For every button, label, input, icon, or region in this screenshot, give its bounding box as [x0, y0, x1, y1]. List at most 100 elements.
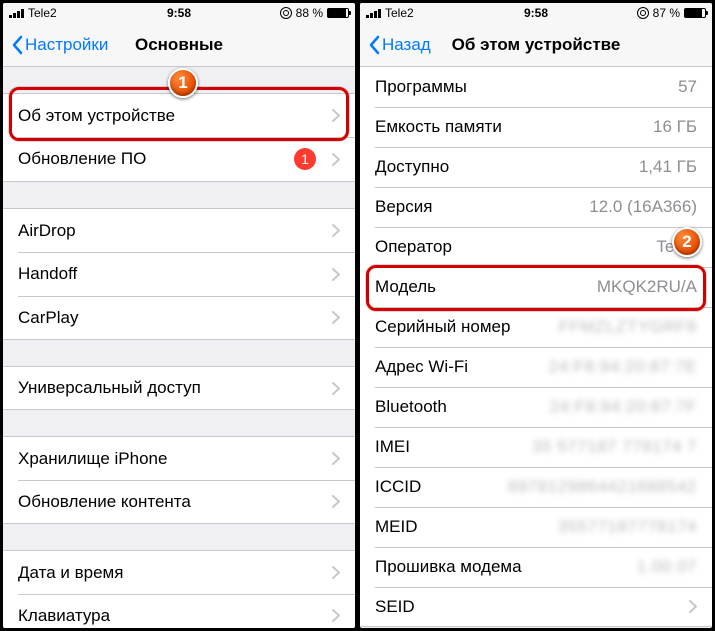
- chevron-left-icon: [368, 35, 380, 55]
- row-label: Универсальный доступ: [18, 378, 332, 398]
- row-value: MKQK2RU/A: [597, 277, 697, 297]
- chevron-right-icon: [332, 566, 340, 579]
- about-row-оператор: ОператорTele2: [360, 227, 712, 267]
- clock: 9:58: [167, 6, 191, 20]
- battery-icon: [327, 8, 349, 18]
- row-date-time[interactable]: Дата и время: [3, 550, 355, 594]
- row-label: SEID: [375, 597, 689, 617]
- row-label: ICCID: [375, 477, 508, 497]
- about-row-серийный-номер: Серийный номерFFMZLZTYGRF8: [360, 307, 712, 347]
- back-button[interactable]: Назад: [368, 35, 431, 55]
- carrier-label: Tele2: [385, 6, 414, 20]
- row-value: 35577187778174: [558, 517, 697, 537]
- about-row-адрес-wi-fi: Адрес Wi-Fi24:F8:94:20:87:7E: [360, 347, 712, 387]
- row-label: Bluetooth: [375, 397, 550, 417]
- signal-bars-icon: [9, 8, 24, 18]
- row-keyboard[interactable]: Клавиатура: [3, 594, 355, 628]
- back-button[interactable]: Настройки: [11, 35, 108, 55]
- page-title: Об этом устройстве: [452, 35, 621, 55]
- row-label: Версия: [375, 197, 589, 217]
- about-row-seid[interactable]: SEID: [360, 587, 712, 627]
- back-label: Назад: [382, 35, 431, 55]
- about-list[interactable]: Программы57Емкость памяти16 ГБДоступно1,…: [360, 67, 712, 628]
- nav-bar: Настройки Основные: [3, 23, 355, 67]
- settings-list: Об этом устройстве Обновление ПО 1 AirDr…: [3, 67, 355, 628]
- chevron-right-icon: [332, 109, 340, 122]
- row-label: Об этом устройстве: [18, 106, 332, 126]
- row-label: MEID: [375, 517, 558, 537]
- row-value: Tele2: [656, 237, 697, 257]
- orientation-lock-icon: [280, 7, 292, 19]
- badge-count: 1: [294, 148, 316, 170]
- about-row-прошивка-модема: Прошивка модема1.00.07: [360, 547, 712, 587]
- row-value: 1.00.07: [637, 557, 697, 577]
- row-value: 35 577187 778174 7: [532, 437, 697, 457]
- chevron-right-icon: [332, 382, 340, 395]
- row-label: CarPlay: [18, 308, 332, 328]
- row-label: Емкость памяти: [375, 117, 653, 137]
- row-value: 8978129864421688542: [508, 477, 697, 497]
- row-label: Серийный номер: [375, 317, 559, 337]
- battery-pct: 88 %: [296, 6, 323, 20]
- chevron-right-icon: [332, 495, 340, 508]
- row-label: AirDrop: [18, 221, 332, 241]
- phone-about-device: Tele2 9:58 87 % Назад Об этом устройстве…: [360, 3, 712, 628]
- back-label: Настройки: [25, 35, 108, 55]
- about-row-версия: Версия12.0 (16A366): [360, 187, 712, 227]
- row-value: 24:F8:94:20:87:7E: [549, 357, 697, 377]
- battery-pct: 87 %: [653, 6, 680, 20]
- about-row-модель: МодельMKQK2RU/A: [360, 267, 712, 307]
- chevron-right-icon: [332, 452, 340, 465]
- row-about-device[interactable]: Об этом устройстве: [3, 93, 355, 137]
- row-label: Адрес Wi-Fi: [375, 357, 549, 377]
- row-label: Хранилище iPhone: [18, 449, 332, 469]
- row-iphone-storage[interactable]: Хранилище iPhone: [3, 436, 355, 480]
- row-label: IMEI: [375, 437, 532, 457]
- about-row-imei: IMEI35 577187 778174 7: [360, 427, 712, 467]
- about-row-программы: Программы57: [360, 67, 712, 107]
- row-label: Обновление контента: [18, 492, 332, 512]
- row-software-update[interactable]: Обновление ПО 1: [3, 137, 355, 182]
- row-carplay[interactable]: CarPlay: [3, 296, 355, 340]
- about-row-доступно: Доступно1,41 ГБ: [360, 147, 712, 187]
- chevron-right-icon: [332, 224, 340, 237]
- chevron-right-icon: [332, 268, 340, 281]
- row-value: 16 ГБ: [653, 117, 697, 137]
- about-row-iccid: ICCID8978129864421688542: [360, 467, 712, 507]
- chevron-right-icon: [332, 609, 340, 622]
- page-title: Основные: [135, 35, 223, 55]
- row-label: Handoff: [18, 264, 332, 284]
- about-row-емкость-памяти: Емкость памяти16 ГБ: [360, 107, 712, 147]
- battery-icon: [684, 8, 706, 18]
- row-accessibility[interactable]: Универсальный доступ: [3, 366, 355, 410]
- row-label: Дата и время: [18, 563, 332, 583]
- row-airdrop[interactable]: AirDrop: [3, 208, 355, 252]
- row-value: 1,41 ГБ: [639, 157, 697, 177]
- row-label: Программы: [375, 77, 678, 97]
- row-label: Прошивка модема: [375, 557, 637, 577]
- row-background-refresh[interactable]: Обновление контента: [3, 480, 355, 524]
- clock: 9:58: [524, 6, 548, 20]
- chevron-right-icon: [332, 311, 340, 324]
- row-value: FFMZLZTYGRF8: [559, 317, 697, 337]
- status-bar: Tele2 9:58 88 %: [3, 3, 355, 23]
- row-label: Клавиатура: [18, 606, 332, 626]
- signal-bars-icon: [366, 8, 381, 18]
- row-handoff[interactable]: Handoff: [3, 252, 355, 296]
- row-value: 12.0 (16A366): [589, 197, 697, 217]
- row-label: Доступно: [375, 157, 639, 177]
- about-row-meid: MEID35577187778174: [360, 507, 712, 547]
- about-row-bluetooth: Bluetooth24:F8:94:20:87:7F: [360, 387, 712, 427]
- row-label: Модель: [375, 277, 597, 297]
- chevron-right-icon: [332, 153, 340, 166]
- chevron-right-icon: [689, 600, 697, 613]
- row-label: Обновление ПО: [18, 149, 294, 169]
- status-bar: Tele2 9:58 87 %: [360, 3, 712, 23]
- phone-general-settings: Tele2 9:58 88 % Настройки Основные Об эт…: [3, 3, 355, 628]
- row-label: Оператор: [375, 237, 656, 257]
- orientation-lock-icon: [637, 7, 649, 19]
- carrier-label: Tele2: [28, 6, 57, 20]
- row-value: 24:F8:94:20:87:7F: [550, 397, 697, 417]
- nav-bar: Назад Об этом устройстве: [360, 23, 712, 67]
- row-value: 57: [678, 77, 697, 97]
